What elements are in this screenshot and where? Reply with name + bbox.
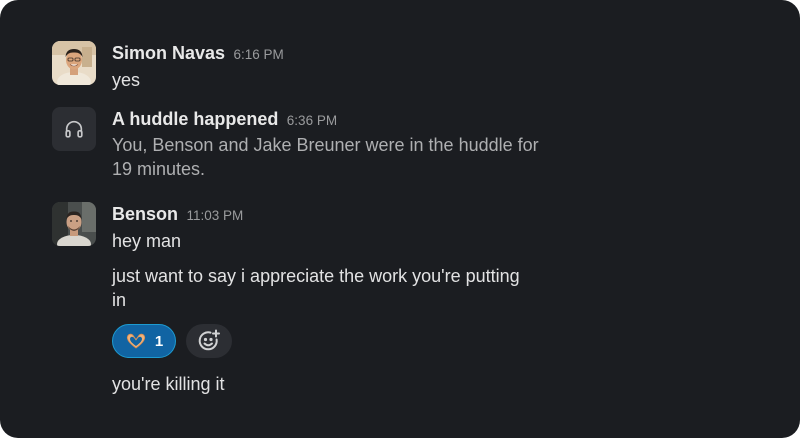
headphones-icon	[65, 120, 83, 138]
message-header: A huddle happened 6:36 PM	[112, 107, 632, 131]
message-huddle[interactable]: A huddle happened 6:36 PM You, Benson an…	[52, 107, 652, 187]
timestamp[interactable]: 11:03 PM	[186, 208, 243, 223]
add-reaction-button[interactable]	[186, 324, 232, 358]
reaction-heart-hands[interactable]: 1	[112, 324, 176, 358]
message-benson[interactable]: Benson 11:03 PM hey man just want to say…	[52, 202, 652, 402]
message-text: just want to say i appreciate the work y…	[112, 266, 520, 310]
huddle-summary: You, Benson and Jake Breuner were in the…	[112, 135, 539, 179]
author-name[interactable]: Simon Navas	[112, 43, 225, 63]
add-reaction-icon	[198, 329, 220, 351]
message-header: Benson 11:03 PM	[112, 202, 632, 226]
avatar-simon[interactable]	[52, 41, 96, 85]
message-text: yes	[112, 70, 141, 90]
huddle-title[interactable]: A huddle happened	[112, 109, 278, 129]
message-text: hey man	[112, 231, 182, 251]
message-text: you're killing it	[112, 374, 225, 394]
timestamp[interactable]: 6:16 PM	[234, 47, 284, 62]
message-pane: Simon Navas 6:16 PM yes A huddle happene…	[0, 0, 800, 438]
avatar-benson[interactable]	[52, 202, 96, 246]
author-name[interactable]: Benson	[112, 204, 178, 224]
huddle-icon-tile	[52, 107, 96, 151]
reactions-bar: 1	[112, 324, 232, 358]
reaction-count: 1	[154, 332, 164, 350]
message-simon[interactable]: Simon Navas 6:16 PM yes	[52, 41, 652, 91]
heart-hands-emoji	[126, 333, 145, 349]
timestamp[interactable]: 6:36 PM	[287, 113, 337, 128]
message-header: Simon Navas 6:16 PM	[112, 41, 632, 65]
